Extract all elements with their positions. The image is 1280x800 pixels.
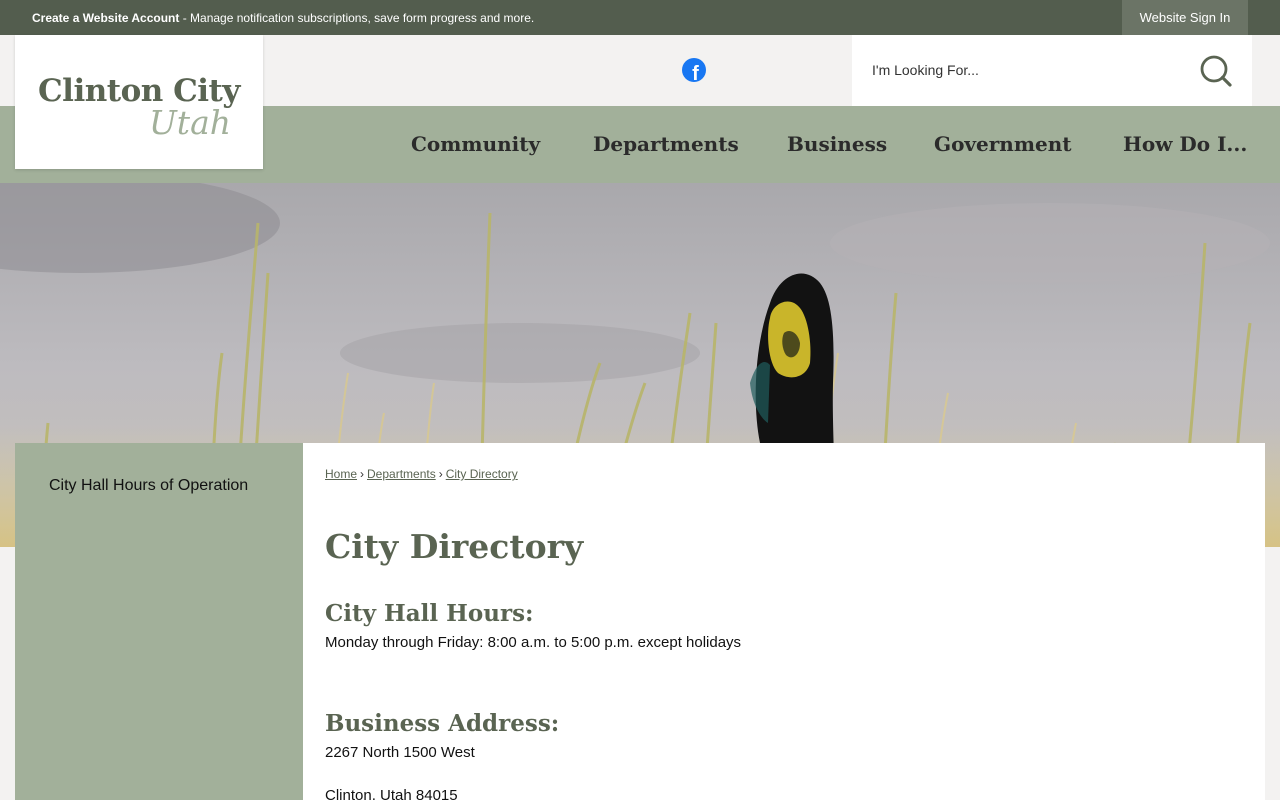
nav-business[interactable]: Business	[787, 132, 887, 156]
breadcrumb-separator: ›	[360, 467, 365, 481]
nav-community[interactable]: Community	[411, 132, 540, 156]
site-logo[interactable]: Clinton City Utah	[15, 35, 263, 169]
breadcrumb-departments[interactable]: Departments	[367, 467, 436, 481]
nav-government[interactable]: Government	[934, 132, 1072, 156]
account-message: Create a Website Account - Manage notifi…	[32, 11, 534, 25]
account-message-text: - Manage notification subscriptions, sav…	[179, 11, 535, 25]
search-icon[interactable]	[1198, 53, 1234, 89]
create-account-link[interactable]: Create a Website Account	[32, 11, 179, 25]
breadcrumb-separator: ›	[438, 467, 443, 481]
address-heading: Business Address:	[325, 710, 560, 737]
nav-how-do-i[interactable]: How Do I...	[1123, 132, 1247, 156]
sidebar-item-city-hall-hours[interactable]: City Hall Hours of Operation	[49, 473, 249, 498]
facebook-icon[interactable]: f	[682, 58, 706, 82]
sidebar: City Hall Hours of Operation	[15, 443, 303, 800]
sign-in-button[interactable]: Website Sign In	[1122, 0, 1248, 35]
nav-departments[interactable]: Departments	[593, 132, 739, 156]
breadcrumb-current[interactable]: City Directory	[446, 467, 518, 481]
hours-heading: City Hall Hours:	[325, 600, 534, 627]
address-line-2: Clinton, Utah 84015	[325, 787, 458, 800]
address-line-1: 2267 North 1500 West	[325, 744, 475, 761]
breadcrumb: Home › Departments › City Directory	[325, 467, 518, 481]
page-title: City Directory	[325, 527, 584, 566]
hours-text: Monday through Friday: 8:00 a.m. to 5:00…	[325, 634, 742, 651]
logo-subtext: Utah	[149, 103, 232, 142]
search-input[interactable]	[872, 59, 1192, 81]
top-bar: Create a Website Account - Manage notifi…	[0, 0, 1280, 35]
breadcrumb-home[interactable]: Home	[325, 467, 357, 481]
main-content: Home › Departments › City Directory City Dir…	[303, 443, 1265, 800]
search-box	[852, 35, 1252, 106]
